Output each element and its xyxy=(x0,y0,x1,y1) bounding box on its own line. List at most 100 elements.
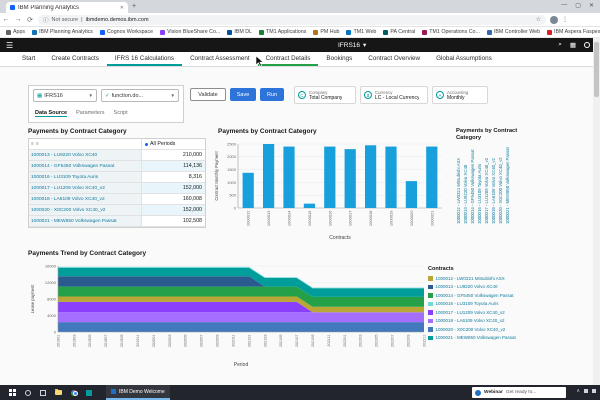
value-cell[interactable]: 102,508 xyxy=(141,216,205,226)
validate-button[interactable]: Validate xyxy=(190,88,226,101)
legend-item[interactable]: 1000012 - LW0321 Mitsubishi ASX xyxy=(428,274,528,283)
sheet-tab-contract-assessment[interactable]: Contract Assessment xyxy=(182,52,258,66)
sheet-tab-contract-overview[interactable]: Contract Overview xyxy=(360,52,428,66)
bookmark-item[interactable]: IBM DL xyxy=(227,29,252,35)
browser-menu-icon[interactable]: ⋮ xyxy=(562,16,568,23)
save-button[interactable]: Save xyxy=(230,88,256,101)
bookmark-label: TM1 Operations Co... xyxy=(429,29,480,35)
subtab-script[interactable]: Script xyxy=(114,110,128,117)
task-view-icon[interactable] xyxy=(40,389,46,396)
bookmark-label: TM1 Web xyxy=(353,29,377,35)
legend-item[interactable]: 1000018 - LA6109 Volvo XC40_v2 xyxy=(428,317,528,326)
cube-selector[interactable]: ▦ IFRS16 ▼ xyxy=(33,89,97,102)
bookmark-item[interactable]: TM1 Web xyxy=(346,29,376,35)
legend-item[interactable]: 1000016 - LU3109 Toyota Auris xyxy=(428,300,528,309)
sheet-tab-create-contracts[interactable]: Create Contracts xyxy=(43,52,107,66)
bookmark-item[interactable]: IBM Planning Analytics xyxy=(32,29,93,35)
legend-item[interactable]: 1000013 - LU9220 Volvo XC40 xyxy=(428,283,528,292)
bookmark-item[interactable]: Vision BlueShare Co... xyxy=(160,29,220,35)
area-chart-svg[interactable]: 0 4000 8000 12000 16000 201901 201903 201905 201… xyxy=(28,260,428,368)
network-icon[interactable] xyxy=(584,389,588,393)
sheet-tab-contract-details[interactable]: Contract Details xyxy=(257,52,319,66)
value-cell[interactable]: 160,008 xyxy=(141,194,205,204)
planning-analytics-app-icon[interactable] xyxy=(86,389,92,396)
chrome-icon[interactable] xyxy=(71,389,78,396)
svg-text:1000019: 1000019 xyxy=(389,210,394,226)
value-cell[interactable]: 210,000 xyxy=(141,150,205,160)
bar-chart-svg[interactable]: 0 500 1000 1500 2000 2500 1000012 1000013 100001… xyxy=(212,138,446,241)
tab-close-icon[interactable]: ✕ xyxy=(120,5,124,11)
bookmark-item[interactable]: TM1 Applications xyxy=(258,29,306,35)
sheet-tab-global-assumptions[interactable]: Global Assumptions xyxy=(428,52,500,66)
browser-tab[interactable]: IBM Planning Analytics ✕ xyxy=(6,2,128,13)
company-context-card[interactable]: C Company Total Company xyxy=(294,86,356,104)
legend-item[interactable]: 1000020 - X0C200 Volvo XC40_v2 xyxy=(428,325,528,334)
bookmark-item[interactable]: TM1 Operations Co... xyxy=(422,29,480,35)
back-icon[interactable]: ← xyxy=(0,16,12,23)
bookmark-item[interactable]: PM Hub xyxy=(313,29,339,35)
bookmark-item[interactable]: PA Central xyxy=(383,29,415,35)
bookmark-item[interactable]: Apps xyxy=(6,29,25,35)
legend-label: 1000016 - LU3109 Toyota Auris xyxy=(435,301,499,307)
value-cell[interactable]: 114,136 xyxy=(141,161,205,171)
scrollbar-thumb[interactable] xyxy=(594,42,599,97)
contract-name-cell[interactable]: 1000017 - LU1209 Volvo XC40_v2 xyxy=(29,183,141,193)
svg-text:1000012: 1000012 xyxy=(246,210,251,226)
bookmark-item[interactable]: IBM Aspera Faspex xyxy=(547,29,600,35)
volume-icon[interactable] xyxy=(592,389,596,393)
contract-name-cell[interactable]: 1000013 - LU9220 Volvo XC40 xyxy=(29,150,141,160)
accounting-context-card[interactable]: A Accounting Monthly xyxy=(432,86,488,104)
taskbar-app-button[interactable]: IBM Demo Welcome xyxy=(106,385,170,400)
run-button[interactable]: Run xyxy=(260,88,284,101)
window-minimize-icon[interactable]: — xyxy=(561,2,567,9)
svg-text:1000016: 1000016 xyxy=(327,210,332,226)
value-cell[interactable]: 8,316 xyxy=(141,172,205,182)
column-header-cell[interactable]: All Periods xyxy=(141,139,205,149)
window-close-icon[interactable]: ✕ xyxy=(589,2,594,9)
tray-expand-icon[interactable]: ∧ xyxy=(576,388,580,394)
bookmark-item[interactable]: Cognos Workspace xyxy=(99,29,153,35)
notification-toast[interactable]: Webinar Get ready fo... xyxy=(472,387,566,398)
value-cell[interactable]: 152,000 xyxy=(141,205,205,215)
legend-item[interactable]: 1000021 - MEW850 Volkswagen Passat xyxy=(428,334,528,343)
sheet-tab-bookings[interactable]: Bookings xyxy=(318,52,360,66)
legend-label: 1000018 - LA6109 Volvo XC40_v2 xyxy=(435,318,505,324)
window-maximize-icon[interactable]: ▢ xyxy=(575,2,581,9)
contract-name-cell[interactable]: 1000018 - LA6109 Volvo XC40_v2 xyxy=(29,194,141,204)
svg-text:1000018: 1000018 xyxy=(368,210,373,226)
search-icon[interactable]: ⌕ xyxy=(558,41,562,49)
reload-icon[interactable]: ⟳ xyxy=(24,16,36,24)
category-label: 1000021 - MEW850 Volkswagen Passat xyxy=(505,147,510,225)
sheet-tab-ifrs-16-calculations[interactable]: IFRS 16 Calculations xyxy=(106,52,183,66)
taskbar-search-icon[interactable] xyxy=(25,389,31,396)
hamburger-menu-icon[interactable]: ☰ xyxy=(6,41,13,50)
currency-context-card[interactable]: $ Currency LC - Local Currency xyxy=(360,86,428,104)
sheet-tab-start[interactable]: Start xyxy=(14,52,43,66)
info-icon[interactable]: ⓘ xyxy=(43,16,49,24)
apps-grid-icon[interactable]: ▦ xyxy=(570,41,576,49)
category-label: 1000016 - LU3109 Toyota Auris xyxy=(477,164,482,225)
legend-item[interactable]: 1000017 - LU1209 Volvo XC40_v2 xyxy=(428,308,528,317)
value-cell[interactable]: 152,000 xyxy=(141,183,205,193)
profile-avatar[interactable] xyxy=(550,15,558,24)
process-selector-value: function.do... xyxy=(111,92,144,99)
file-explorer-icon[interactable] xyxy=(55,388,62,395)
bookmark-label: IBM Controller Web xyxy=(493,29,541,35)
start-button-icon[interactable] xyxy=(9,389,16,396)
contract-name-cell[interactable]: 1000020 - X0C200 Volvo XC40_v2 xyxy=(29,205,141,215)
contract-name-cell[interactable]: 1000021 - MEW850 Volkswagen Passat xyxy=(29,216,141,226)
row-axis-header[interactable]: ≡ ≡ xyxy=(29,139,141,149)
new-tab-button[interactable]: + xyxy=(132,3,136,10)
subtab-parameters[interactable]: Parameters xyxy=(76,110,104,117)
url-input[interactable]: ⓘ Not secure | ibmdemo.demos.ibm.com ☆ xyxy=(38,14,546,25)
contract-name-cell[interactable]: 1000016 - LU3109 Toyota Auris xyxy=(29,172,141,182)
process-selector[interactable]: ✓ function.do... ▼ xyxy=(101,89,179,102)
legend-item[interactable]: 1000014 - GF5450 Volkswagen Passat xyxy=(428,291,528,300)
bookmark-item[interactable]: IBM Controller Web xyxy=(486,29,541,35)
model-selector[interactable]: IFRS16 ▾ xyxy=(338,41,366,50)
bookmark-star-icon[interactable]: ☆ xyxy=(536,16,541,23)
contract-name-cell[interactable]: 1000014 - GF5450 Volkswagen Passat xyxy=(29,161,141,171)
subtab-data-source[interactable]: Data Source xyxy=(35,110,68,117)
user-icon[interactable] xyxy=(584,42,590,48)
forward-icon[interactable]: → xyxy=(12,16,24,23)
